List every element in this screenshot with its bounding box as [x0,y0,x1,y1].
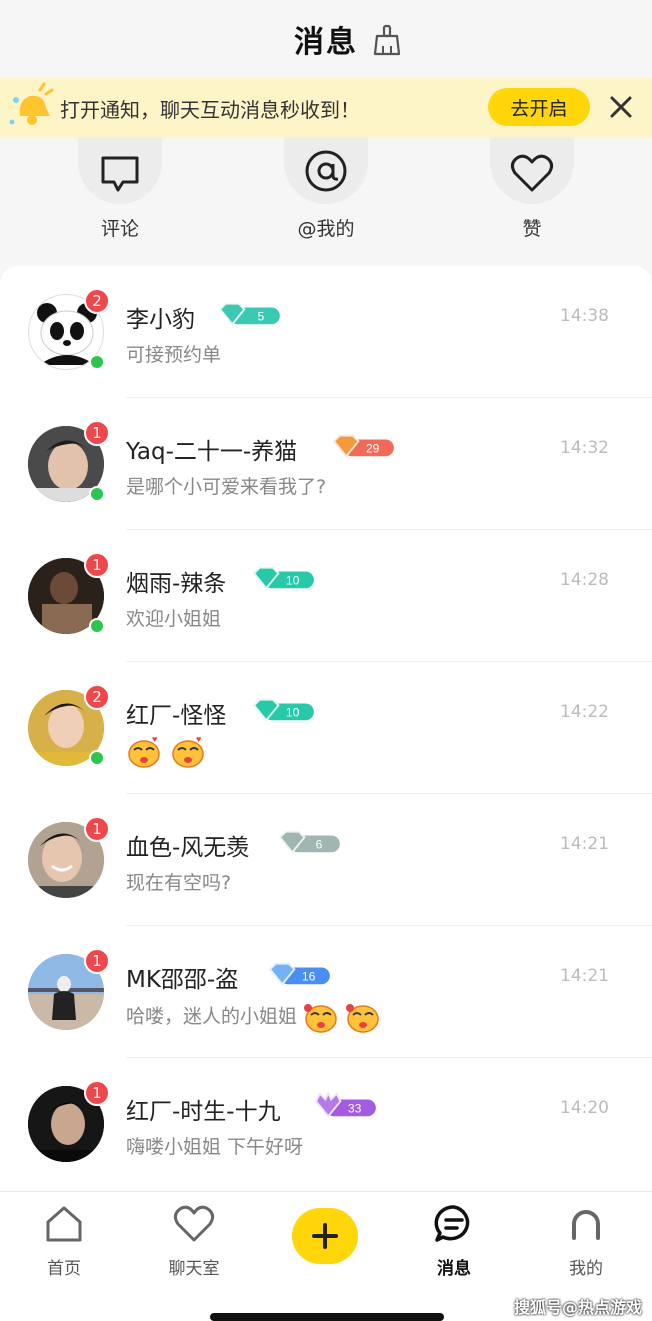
level-number: 29 [366,442,380,456]
svg-text:♥: ♥ [152,734,157,744]
message-time: 14:20 [560,1098,609,1118]
message-time: 14:22 [560,702,609,722]
contact-name: Yaq-二十一-养猫 [126,439,298,465]
cat-emoji-icon: ♥ [172,734,204,768]
header: 消息 [0,0,652,78]
conversation-row[interactable]: 1 Yaq-二十一-养猫 29 是哪个小可爱来看我了? 14:32 [0,398,652,530]
conversation-row[interactable]: 1 MK邵邵-盗 16 哈喽，迷人的小姐姐 14:21 [0,926,652,1058]
profile-icon [572,1210,600,1240]
level-badge: 5 [218,302,280,326]
contact-name: 烟雨-辣条 [126,571,227,597]
home-icon [46,1206,82,1242]
level-badge: 16 [268,962,330,986]
contact-name: 红厂-怪怪 [126,703,227,729]
unread-badge: 2 [84,288,110,314]
online-indicator [89,486,105,502]
enable-notifications-button[interactable]: 去开启 [488,88,590,126]
quick-action-comments[interactable]: 评论 [60,138,180,241]
level-badge: 10 [252,566,314,590]
online-indicator [89,618,105,634]
level-badge: 29 [332,434,394,458]
level-badge: 6 [278,830,340,854]
message-time: 14:38 [560,306,609,326]
plus-icon [312,1223,338,1249]
page-title: 消息 [294,25,358,60]
create-button[interactable] [292,1208,358,1264]
message-time: 14:32 [560,438,609,458]
close-icon[interactable] [606,92,636,122]
emoji-sticker-row: ♥ ♥ [128,734,204,768]
unread-badge: 1 [84,1080,110,1106]
level-badge: 33 [315,1092,376,1118]
tab-label: 首页 [47,1259,81,1279]
level-badge: 10 [252,698,314,722]
conversation-row[interactable]: 1 烟雨-辣条 10 欢迎小姐姐 14:28 [0,530,652,662]
quick-action-label: 评论 [100,218,139,240]
message-time: 14:28 [560,570,609,590]
quick-actions: 评论 @我的 赞 [0,138,652,266]
at-icon [305,150,347,192]
message-preview: 嗨喽小姐姐 下午好呀 [126,1136,304,1158]
contact-name: 李小豹 [126,307,195,333]
message-icon [434,1205,470,1242]
watermark: 搜狐号@热点游戏 [514,1298,643,1317]
tab-chatroom[interactable]: 聊天室 [144,1202,244,1279]
conversation-row[interactable]: 2 红厂-怪怪 10 ♥ ♥ 14:22 [0,662,652,794]
conversation-row[interactable]: 1 血色-风无羡 6 现在有空吗? 14:21 [0,794,652,926]
conversation-row[interactable]: 1 红厂-时生-十九 33 嗨喽小姐姐 下午好呀 14:20 [0,1058,652,1190]
level-number: 6 [316,838,323,852]
emoji-sticker-row [304,1004,379,1033]
level-number: 16 [302,970,316,984]
contact-name: 红厂-时生-十九 [126,1099,281,1125]
unread-badge: 1 [84,948,110,974]
message-preview: 欢迎小姐姐 [126,608,222,630]
unread-badge: 1 [84,420,110,446]
quick-action-likes[interactable]: 赞 [472,138,592,241]
notification-banner: 打开通知，聊天互动消息秒收到！ 去开启 [0,78,652,138]
cat-emoji-icon: ♥ [128,734,160,768]
broom-icon[interactable] [372,24,402,56]
message-preview: 哈喽，迷人的小姐姐 [126,1000,383,1034]
message-preview: 是哪个小可爱来看我了? [126,476,327,498]
level-number: 33 [348,1102,362,1116]
tab-label: 我的 [569,1259,603,1279]
heart-outline-icon [173,1205,215,1242]
message-text: 哈喽，迷人的小姐姐 [126,1005,298,1028]
contact-name: MK邵邵-盗 [126,967,239,993]
svg-text:♥: ♥ [196,734,201,744]
heart-icon [510,154,554,192]
quick-action-label: @我的 [297,218,355,240]
unread-badge: 1 [84,552,110,578]
bell-icon [9,82,54,125]
contact-name: 血色-风无羡 [126,835,250,861]
cat-emoji-icon [304,1004,337,1033]
tab-messages[interactable]: 消息 [404,1202,504,1279]
message-time: 14:21 [560,834,609,854]
conversation-row[interactable]: 2 李小豹 5 可接预约单 14:38 [0,266,652,398]
tab-profile[interactable]: 我的 [536,1202,636,1279]
tab-label: 聊天室 [168,1259,220,1279]
notice-text: 打开通知，聊天互动消息秒收到！ [60,98,360,122]
level-number: 10 [286,574,300,588]
level-number: 10 [286,706,300,720]
level-number: 5 [257,310,264,324]
online-indicator [89,750,105,766]
unread-badge: 2 [84,684,110,710]
unread-badge: 1 [84,816,110,842]
comment-icon [101,156,139,192]
conversation-list: 2 李小豹 5 可接预约单 14:38 1 Yaq-二十一-养猫 29 是哪个小… [0,266,652,1191]
quick-action-label: 赞 [522,218,542,240]
message-time: 14:21 [560,966,609,986]
message-preview: 现在有空吗? [126,872,232,894]
cat-emoji-icon [346,1004,379,1033]
tab-home[interactable]: 首页 [14,1202,114,1279]
online-indicator [89,354,105,370]
message-preview: 可接预约单 [126,344,222,366]
quick-action-mentions[interactable]: @我的 [266,138,386,241]
home-indicator[interactable] [210,1313,444,1321]
tab-label: 消息 [437,1259,471,1279]
